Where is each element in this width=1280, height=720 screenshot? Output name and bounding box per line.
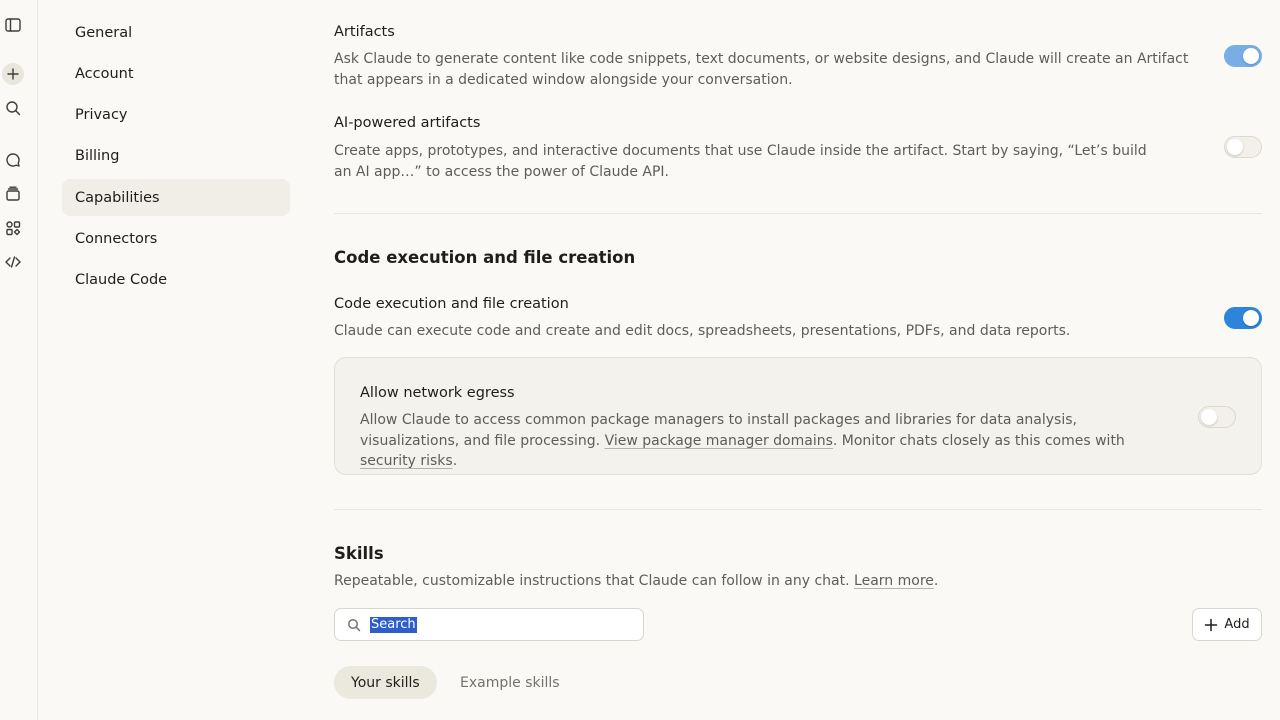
chats-icon[interactable] xyxy=(3,150,23,170)
divider xyxy=(334,213,1262,214)
capabilities-panel: Artifacts Ask Claude to generate content… xyxy=(334,0,1262,720)
network-egress-toggle[interactable] xyxy=(1198,406,1236,428)
search-icon xyxy=(348,619,361,632)
code-exec-heading: Code execution and file creation xyxy=(334,248,636,267)
nav-item-label: Connectors xyxy=(75,230,158,247)
projects-icon[interactable] xyxy=(3,184,23,204)
toggle-knob xyxy=(1243,48,1259,64)
nav-item-billing[interactable]: Billing xyxy=(62,138,290,175)
new-chat-icon[interactable] xyxy=(2,63,24,85)
package-domains-link[interactable]: View package manager domains xyxy=(605,433,833,449)
code-icon[interactable] xyxy=(3,252,23,272)
add-label: Add xyxy=(1224,617,1250,632)
icon-rail xyxy=(0,0,38,720)
nav-item-label: Account xyxy=(75,65,134,82)
tab-label: Example skills xyxy=(460,674,560,691)
code-exec-toggle[interactable] xyxy=(1224,307,1262,329)
code-exec-title: Code execution and file creation xyxy=(334,296,569,312)
nav-item-claude-code[interactable]: Claude Code xyxy=(62,262,290,299)
egress-desc-text: . xyxy=(452,453,458,469)
tab-label: Your skills xyxy=(351,674,420,691)
artifacts-description: Ask Claude to generate content like code… xyxy=(334,51,1189,88)
nav-item-label: Claude Code xyxy=(75,272,168,289)
add-skill-button[interactable]: Add xyxy=(1192,608,1262,641)
nav-item-label: Capabilities xyxy=(75,189,160,206)
toggle-knob xyxy=(1201,409,1217,425)
divider xyxy=(334,509,1262,510)
ai-artifacts-title: AI-powered artifacts xyxy=(334,115,481,131)
ai-artifacts-toggle[interactable] xyxy=(1224,136,1262,158)
skills-desc-text: . xyxy=(933,573,939,589)
security-risks-link[interactable]: security risks xyxy=(360,453,453,469)
tab-your-skills[interactable]: Your skills xyxy=(334,666,437,699)
nav-item-label: Billing xyxy=(75,148,120,165)
skills-desc-text: Repeatable, customizable instructions th… xyxy=(334,573,855,589)
nav-item-label: Privacy xyxy=(75,107,128,124)
search-icon[interactable] xyxy=(3,98,23,118)
artifacts-toggle[interactable] xyxy=(1224,45,1262,67)
code-exec-description: Claude can execute code and create and e… xyxy=(334,323,1071,339)
toggle-knob xyxy=(1227,139,1243,155)
sidebar-toggle-icon[interactable] xyxy=(3,15,23,35)
nav-item-capabilities[interactable]: Capabilities xyxy=(62,179,290,217)
learn-more-link[interactable]: Learn more xyxy=(854,573,934,589)
skills-search-input[interactable]: Search xyxy=(334,608,644,641)
settings-nav: General Account Privacy Billing Capabili… xyxy=(62,14,290,303)
artifacts-icon[interactable] xyxy=(3,218,23,238)
egress-title: Allow network egress xyxy=(360,385,515,401)
skills-heading: Skills xyxy=(334,544,384,563)
nav-item-account[interactable]: Account xyxy=(62,55,290,92)
plus-icon xyxy=(1205,618,1218,631)
toggle-knob xyxy=(1243,310,1259,326)
nav-item-label: General xyxy=(75,24,133,41)
nav-item-general[interactable]: General xyxy=(62,14,290,51)
artifacts-title: Artifacts xyxy=(334,24,395,40)
nav-item-connectors[interactable]: Connectors xyxy=(62,220,290,257)
ai-artifacts-description: Create apps, prototypes, and interactive… xyxy=(334,143,1147,180)
egress-description: Allow Claude to access common package ma… xyxy=(360,410,1160,472)
nav-item-privacy[interactable]: Privacy xyxy=(62,97,290,134)
network-egress-card: Allow network egress Allow Claude to acc… xyxy=(334,357,1262,475)
skills-description: Repeatable, customizable instructions th… xyxy=(334,571,1204,592)
egress-desc-text: . Monitor chats closely as this comes wi… xyxy=(832,432,1125,449)
search-placeholder: Search xyxy=(370,617,417,633)
tab-example-skills[interactable]: Example skills xyxy=(443,666,577,699)
